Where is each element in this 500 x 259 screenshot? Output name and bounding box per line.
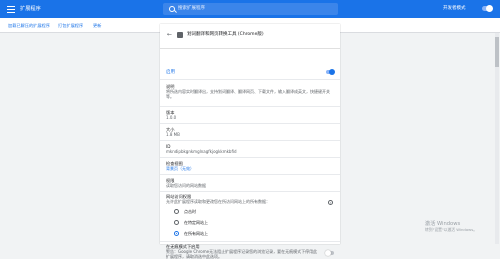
enable-toggle[interactable] — [326, 69, 335, 75]
inspect-views-link[interactable]: 背景页（无效） — [166, 166, 334, 171]
top-app-bar: 扩展程序 搜索扩展程序 开发者模式 — [0, 0, 500, 18]
developer-mode-toggle[interactable] — [482, 5, 493, 12]
divider — [160, 140, 340, 141]
radio-specific-sites-label: 在特定网站上 — [184, 220, 208, 225]
size-value: 1.8 MB — [166, 132, 180, 137]
radio-all-sites[interactable] — [174, 231, 179, 236]
radio-on-click[interactable] — [174, 209, 179, 214]
divider — [160, 123, 340, 124]
load-unpacked-button[interactable]: 加载已解压的扩展程序 — [8, 22, 50, 29]
divider — [160, 157, 340, 158]
radio-on-click-label: 点击时 — [184, 209, 196, 214]
pack-extension-button[interactable]: 打包扩展程序 — [58, 22, 83, 29]
divider — [160, 106, 340, 107]
search-box[interactable]: 搜索扩展程序 — [163, 3, 338, 15]
divider — [160, 241, 340, 242]
radio-specific-sites[interactable] — [174, 220, 179, 225]
radio-all-sites-label: 在所有网站上 — [184, 231, 208, 236]
back-arrow-icon[interactable]: ← — [167, 32, 172, 38]
scroll-thumb[interactable] — [495, 37, 499, 67]
watermark-line-2: 转到"设置"以激活 Windows。 — [425, 227, 478, 232]
site-access-question: 允许此扩展程序读取和更改您在所访问网站上的所有数据： — [166, 199, 270, 204]
search-input[interactable]: 搜索扩展程序 — [178, 4, 205, 14]
help-icon[interactable]: ? — [328, 200, 333, 205]
search-icon — [169, 6, 175, 12]
incognito-toggle[interactable] — [325, 250, 334, 256]
extension-icon — [177, 32, 183, 38]
developer-mode-label: 开发者模式 — [443, 6, 466, 11]
id-value: mkndipbkgnkmglnagfkjogkkmkbfid — [166, 149, 237, 154]
permissions-value: 读取您访问的网站数据 — [166, 183, 206, 188]
divider — [160, 191, 340, 192]
incognito-warning: 警告：Google Chrome无法阻止扩展程序记录您的浏览记录，要在无痕模式下… — [166, 249, 318, 259]
extension-details-card: ← 划词翻译和网页转换工具 (Chrome版) 启用 说明 将所选内容实时翻译出… — [160, 24, 340, 259]
divider — [160, 79, 340, 80]
details-header: ← 划词翻译和网页转换工具 (Chrome版) — [160, 24, 340, 49]
menu-icon[interactable] — [7, 4, 15, 14]
description-text: 将所选内容实时翻译出，支持划词翻译、翻译网页、下载文件，输入翻译成英文，快捷键开… — [166, 89, 330, 99]
page-scrollbar[interactable] — [495, 33, 499, 244]
divider — [160, 174, 340, 175]
version-value: 1.0.0 — [166, 115, 177, 120]
extension-title: 划词翻译和网页转换工具 (Chrome版) — [187, 32, 264, 37]
app-title: 扩展程序 — [20, 6, 41, 12]
enable-label: 启用 — [166, 70, 175, 75]
update-button[interactable]: 更新 — [93, 22, 101, 29]
windows-activation-watermark: 激活 Windows 转到"设置"以激活 Windows。 — [425, 221, 477, 233]
